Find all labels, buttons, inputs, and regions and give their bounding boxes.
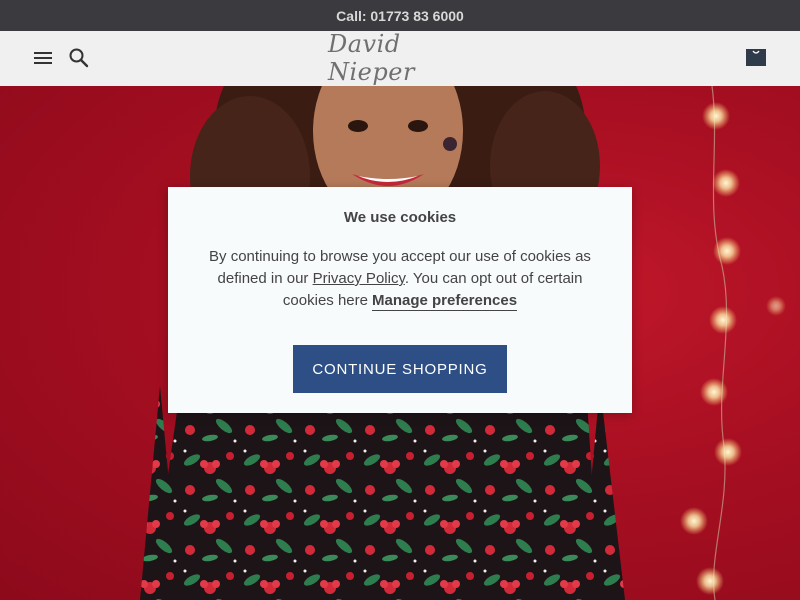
site-header: David Nieper: [0, 30, 800, 86]
david-nieper-logo[interactable]: David Nieper: [328, 30, 473, 86]
logo-text: David Nieper: [328, 30, 415, 86]
cookie-modal-body: By continuing to browse you accept our u…: [204, 246, 596, 312]
phone-number-text: Call: 01773 83 6000: [336, 7, 464, 24]
fairy-lights: [680, 102, 786, 595]
continue-shopping-button[interactable]: CONTINUE SHOPPING: [293, 345, 507, 393]
manage-preferences-link[interactable]: Manage preferences: [371, 292, 518, 311]
cookie-modal-title: We use cookies: [343, 209, 457, 226]
privacy-policy-link[interactable]: Privacy Policy: [313, 270, 405, 287]
hamburger-menu-icon[interactable]: [34, 50, 54, 66]
top-contact-bar: Call: 01773 83 6000: [0, 0, 800, 31]
cookie-consent-modal: We use cookies By continuing to browse y…: [168, 187, 632, 413]
shopping-bag-icon[interactable]: [745, 45, 767, 67]
search-icon[interactable]: [68, 47, 90, 69]
